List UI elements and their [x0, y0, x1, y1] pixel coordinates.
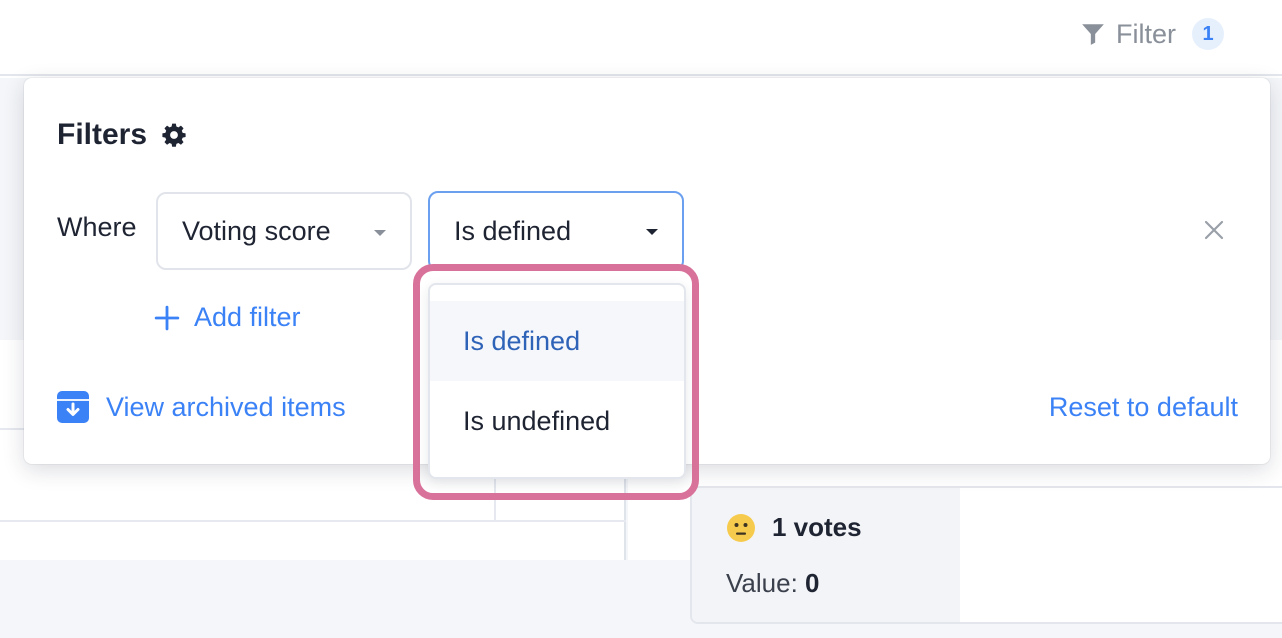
plus-icon: [154, 305, 180, 331]
filter-button[interactable]: Filter 1: [1080, 14, 1224, 54]
field-select[interactable]: Voting score: [156, 192, 412, 270]
reset-to-default-link[interactable]: Reset to default: [1049, 392, 1238, 423]
vote-summary: 1 votes: [726, 512, 862, 543]
view-archived-button[interactable]: View archived items: [56, 390, 346, 424]
vote-value: Value: 0: [726, 568, 820, 599]
field-select-value: Voting score: [182, 215, 331, 246]
menu-item-is-undefined[interactable]: Is undefined: [430, 381, 684, 461]
vote-card-shade: [692, 488, 960, 622]
operator-dropdown-menu: Is defined Is undefined: [428, 283, 686, 479]
chevron-down-icon: [374, 230, 386, 236]
vote-count: 1 votes: [772, 512, 862, 542]
vote-value-number: 0: [805, 568, 820, 598]
close-icon[interactable]: [1202, 218, 1226, 242]
vote-card[interactable]: 1 votes Value: 0: [690, 486, 1282, 624]
neutral-face-icon: [726, 513, 756, 543]
top-bar: Filter 1: [0, 0, 1282, 76]
vote-value-prefix: Value:: [726, 568, 798, 598]
view-archived-label: View archived items: [106, 391, 346, 422]
operator-select[interactable]: Is defined: [428, 191, 684, 271]
filters-header: Filters: [57, 118, 187, 152]
filter-button-label: Filter: [1116, 18, 1176, 49]
where-label: Where: [57, 212, 137, 242]
add-filter-label: Add filter: [194, 302, 301, 332]
menu-item-is-defined[interactable]: Is defined: [430, 301, 684, 381]
add-filter-button[interactable]: Add filter: [154, 302, 301, 333]
operator-select-value: Is defined: [454, 215, 572, 246]
table-row-divider: [0, 520, 626, 522]
filters-title: Filters: [57, 118, 148, 151]
filter-count-badge: 1: [1192, 18, 1224, 50]
chevron-down-icon: [646, 229, 658, 235]
gear-icon[interactable]: [161, 122, 187, 148]
archive-box-icon: [56, 390, 90, 424]
funnel-icon: [1080, 21, 1106, 47]
